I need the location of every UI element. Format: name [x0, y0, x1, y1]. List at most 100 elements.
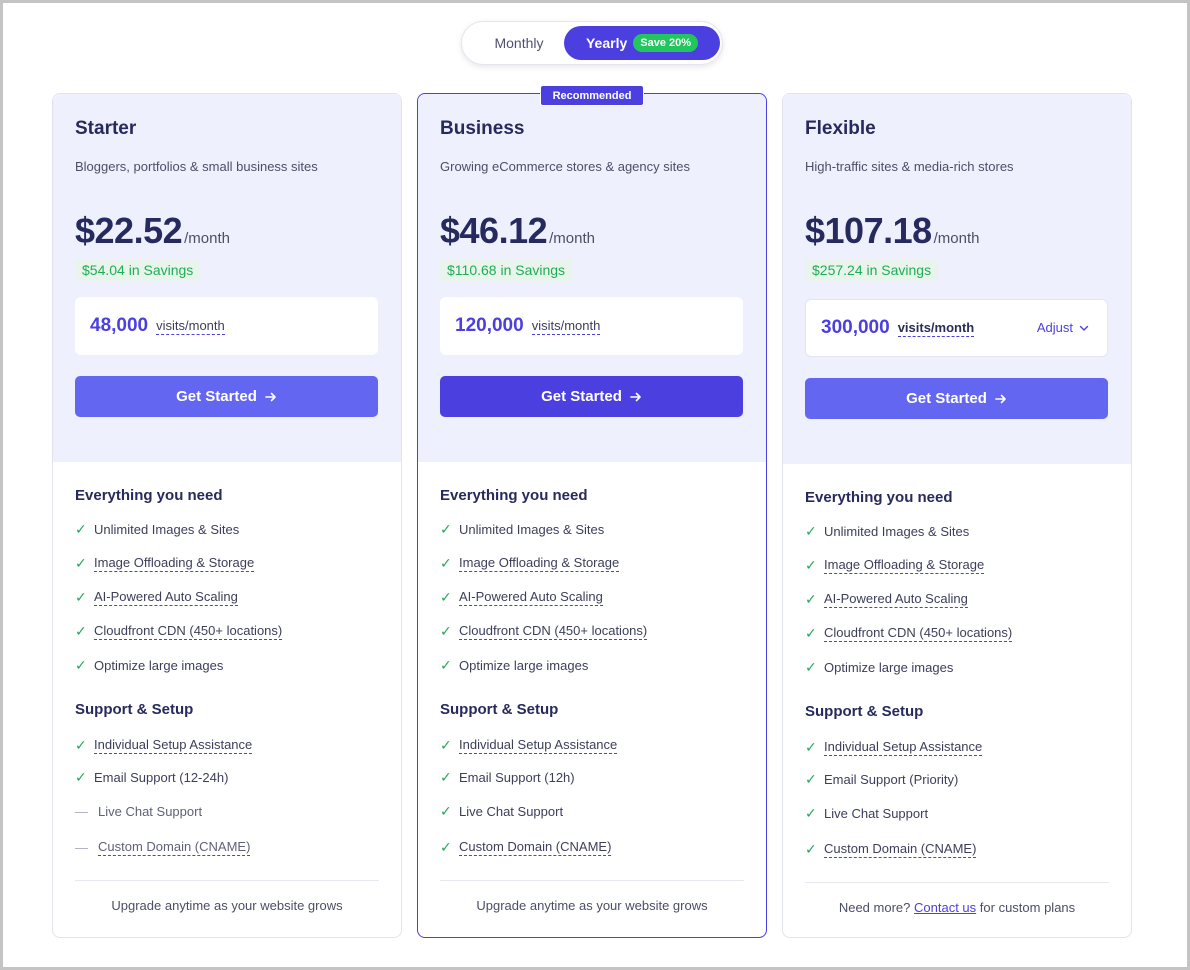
feature-label[interactable]: Image Offloading & Storage — [94, 555, 255, 572]
plan-name: Business — [440, 118, 525, 139]
arrow-right-icon — [265, 392, 276, 401]
feature-item: ✓ Cloudfront CDN (450+ locations) — [805, 623, 1013, 643]
section-title-everything: Everything you need — [805, 489, 953, 506]
feature-item: ✓ AI-Powered Auto Scaling — [805, 589, 968, 609]
adjust-dropdown[interactable]: Adjust — [1037, 320, 1089, 335]
billing-toggle: Monthly Yearly Save 20% — [461, 21, 723, 65]
support-label[interactable]: Individual Setup Assistance — [94, 737, 253, 754]
support-item: ✓ Live Chat Support — [440, 801, 563, 821]
check-icon: ✓ — [440, 554, 452, 571]
get-started-button[interactable]: Get Started — [805, 378, 1108, 419]
feature-item: ✓ Image Offloading & Storage — [440, 553, 620, 573]
feature-label: Optimize large images — [824, 659, 954, 675]
visits-box: 48,000 visits/month — [75, 297, 378, 355]
visits-unit[interactable]: visits/month — [897, 320, 975, 337]
feature-label[interactable]: Cloudfront CDN (450+ locations) — [459, 623, 648, 640]
support-label[interactable]: Custom Domain (CNAME) — [824, 841, 977, 858]
check-icon: ✓ — [75, 768, 87, 785]
footer-suffix: for custom plans — [979, 900, 1076, 915]
savings-badge: $54.04 in Savings — [75, 259, 201, 281]
check-icon: ✓ — [75, 588, 87, 605]
feature-item: ✓ Image Offloading & Storage — [805, 555, 985, 575]
price-row: $22.52 /month — [75, 210, 230, 252]
support-label: Email Support (Priority) — [824, 771, 959, 787]
contact-us-link[interactable]: Contact us — [914, 900, 976, 915]
feature-label[interactable]: AI-Powered Auto Scaling — [459, 589, 603, 606]
plan-footer: Need more? Contact us for custom plans — [783, 900, 1131, 915]
get-started-label: Get Started — [541, 388, 622, 405]
support-item: ✓ Individual Setup Assistance — [75, 735, 253, 755]
get-started-button[interactable]: Get Started — [75, 376, 378, 417]
get-started-button[interactable]: Get Started — [440, 376, 743, 417]
visits-count: 120,000 — [455, 315, 524, 336]
savings-badge: $110.68 in Savings — [440, 259, 573, 281]
savings-badge: $257.24 in Savings — [805, 259, 939, 281]
divider — [805, 882, 1109, 883]
feature-item: ✓ Optimize large images — [440, 655, 588, 675]
feature-item: ✓ AI-Powered Auto Scaling — [440, 587, 603, 607]
check-icon: ✓ — [75, 520, 87, 537]
plan-card-starter: Starter Bloggers, portfolios & small bus… — [52, 93, 402, 938]
support-item: ✓ Email Support (12-24h) — [75, 767, 228, 787]
plan-price: $22.52 — [75, 210, 183, 251]
visits-box: 120,000 visits/month — [440, 297, 743, 355]
plan-description: High-traffic sites & media-rich stores — [805, 159, 1014, 174]
yearly-label: Yearly — [585, 35, 628, 51]
visits-count: 48,000 — [90, 315, 149, 336]
support-item: ✓ Email Support (Priority) — [805, 769, 958, 789]
plan-card-business: Recommended Business Growing eCommerce s… — [417, 85, 767, 938]
support-label[interactable]: Custom Domain (CNAME) — [459, 839, 612, 856]
feature-item: ✓ Optimize large images — [75, 655, 223, 675]
support-label[interactable]: Individual Setup Assistance — [824, 739, 983, 756]
billing-option-monthly[interactable]: Monthly — [472, 26, 566, 60]
check-icon: ✓ — [75, 656, 87, 673]
plan-footer: Upgrade anytime as your website grows — [476, 898, 708, 913]
dash-icon: — — [75, 839, 88, 855]
plan-name: Flexible — [805, 118, 876, 139]
support-label: Live Chat Support — [459, 803, 564, 819]
check-icon: ✓ — [440, 838, 452, 855]
feature-label[interactable]: Cloudfront CDN (450+ locations) — [824, 625, 1013, 642]
support-item: — Custom Domain (CNAME) — [75, 837, 251, 857]
support-item: — Live Chat Support — [75, 801, 202, 821]
check-icon: ✓ — [440, 802, 452, 819]
billing-option-yearly[interactable]: Yearly Save 20% — [564, 26, 720, 60]
arrow-right-icon — [995, 394, 1006, 403]
check-icon: ✓ — [440, 656, 452, 673]
feature-item: ✓ Cloudfront CDN (450+ locations) — [75, 621, 283, 641]
feature-label[interactable]: Image Offloading & Storage — [824, 557, 985, 574]
check-icon: ✓ — [805, 738, 817, 755]
feature-label: Optimize large images — [94, 657, 224, 673]
visits-unit[interactable]: visits/month — [156, 318, 225, 335]
check-icon: ✓ — [805, 804, 817, 821]
check-icon: ✓ — [440, 768, 452, 785]
feature-label[interactable]: Cloudfront CDN (450+ locations) — [94, 623, 283, 640]
support-label[interactable]: Custom Domain (CNAME) — [98, 839, 251, 856]
plan-name: Starter — [75, 118, 137, 139]
feature-label[interactable]: AI-Powered Auto Scaling — [94, 589, 238, 606]
chevron-down-icon — [1079, 325, 1089, 331]
support-label[interactable]: Individual Setup Assistance — [459, 737, 618, 754]
check-icon: ✓ — [440, 588, 452, 605]
plan-card-flexible: Flexible High-traffic sites & media-rich… — [782, 93, 1132, 938]
plan-price: $46.12 — [440, 210, 548, 251]
price-period: /month — [549, 230, 595, 247]
feature-label[interactable]: AI-Powered Auto Scaling — [824, 591, 968, 608]
section-title-support: Support & Setup — [75, 701, 194, 718]
feature-label[interactable]: Image Offloading & Storage — [459, 555, 620, 572]
feature-label: Unlimited Images & Sites — [824, 523, 970, 539]
save-badge: Save 20% — [633, 34, 699, 52]
section-title-everything: Everything you need — [440, 487, 588, 504]
check-icon: ✓ — [75, 736, 87, 753]
feature-item: ✓ AI-Powered Auto Scaling — [75, 587, 238, 607]
support-item: ✓ Live Chat Support — [805, 803, 928, 823]
feature-item: ✓ Optimize large images — [805, 657, 953, 677]
feature-item: ✓ Unlimited Images & Sites — [805, 521, 969, 541]
visits-unit[interactable]: visits/month — [531, 318, 601, 335]
dash-icon: — — [75, 803, 88, 819]
support-item: ✓ Individual Setup Assistance — [805, 737, 983, 757]
check-icon: ✓ — [805, 522, 817, 539]
support-item: ✓ Individual Setup Assistance — [440, 735, 618, 755]
price-period: /month — [184, 230, 230, 247]
feature-label: Optimize large images — [459, 657, 589, 673]
